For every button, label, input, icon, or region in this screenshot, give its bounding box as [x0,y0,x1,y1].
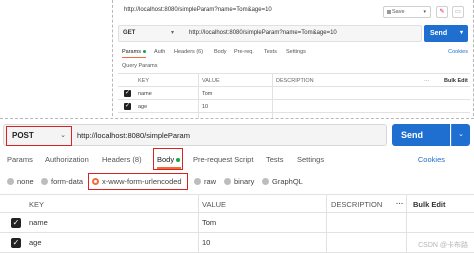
tab-tests[interactable]: Tests [266,155,284,164]
row-checkbox[interactable]: ✓ [11,218,21,228]
top-request-tabs: Params Auth Headers (6) Body Pre-req. Te… [122,47,472,59]
more-options-icon[interactable]: ··· [424,78,430,84]
tab-pre-request[interactable]: Pre-req. [234,49,254,55]
top-page-url: http://localhost:8080/simpleParam?name=T… [124,7,272,13]
bottom-request-bar: POST ⌄ http://localhost:8080/simpleParam [3,124,387,146]
body-value[interactable]: 10 [202,238,210,247]
send-label: Send [430,30,448,37]
edit-icon[interactable]: ✎ [436,6,448,18]
more-options-icon[interactable]: ··· [396,199,404,208]
bottom-send-button[interactable]: Send [392,124,450,146]
col-description-header: DESCRIPTION [331,200,383,209]
table-header-row: KEY VALUE DESCRIPTION ··· Bulk Edit [0,195,474,213]
table-row: ✓ age 10 [118,100,470,113]
tab-headers[interactable]: Headers (8) [102,155,142,164]
param-value[interactable]: 10 [202,104,208,110]
tab-headers[interactable]: Headers (6) [174,49,203,55]
bottom-request-url-input[interactable]: http://localhost:8080/simpleParam [77,131,190,140]
method-label: POST [12,131,34,140]
tab-params[interactable]: Params [122,49,146,58]
top-request-url-input[interactable]: http://localhost:8080/simpleParam?name=T… [189,30,337,36]
bottom-request-tabs: Params Authorization Headers (8) Body Pr… [0,150,474,168]
body-tab-highlight [153,148,183,170]
chevron-down-icon: ▾ [171,30,175,36]
body-value[interactable]: Tom [202,218,216,227]
tab-params[interactable]: Params [7,155,33,164]
tab-authorization[interactable]: Authorization [45,155,89,164]
chevron-down-icon: ▾ [459,30,463,36]
radio-none[interactable]: none [7,177,34,186]
bulk-edit-link[interactable]: Bulk Edit [444,78,468,84]
chevron-down-icon: ▾ [423,9,426,15]
table-row: ✓ age 10 [0,233,474,253]
table-row: ✓ name Tom [118,87,470,100]
body-key[interactable]: age [29,238,42,247]
body-key[interactable]: name [29,218,48,227]
query-params-title: Query Params [122,63,158,69]
active-dot-icon [142,50,146,54]
watermark: CSDN @卡布路 [418,242,468,249]
col-value-header: VALUE [202,78,220,84]
bottom-body-table: KEY VALUE DESCRIPTION ··· Bulk Edit ✓ na… [0,194,474,253]
top-url-bar: http://localhost:8080/simpleParam?name=T… [118,4,470,20]
radio-circle-icon [262,178,269,185]
radio-form-data[interactable]: form-data [41,177,83,186]
comment-icon[interactable]: ▭ [452,6,464,18]
col-value-header: VALUE [202,200,227,209]
bulk-edit-link[interactable]: Bulk Edit [413,200,446,209]
row-checkbox[interactable]: ✓ [124,103,131,110]
tab-tests[interactable]: Tests [264,49,277,55]
top-cookies-link[interactable]: Cookies [448,49,468,55]
bottom-cookies-link[interactable]: Cookies [418,155,445,164]
top-method-select[interactable]: GET [123,30,135,36]
row-checkbox[interactable]: ✓ [11,238,21,248]
top-send-button[interactable]: Send ▾ [424,25,468,42]
save-label: Save [392,9,405,15]
table-header-row: KEY VALUE DESCRIPTION ··· Bulk Edit [118,74,470,87]
row-checkbox[interactable]: ✓ [124,90,131,97]
radio-circle-icon [194,178,201,185]
radio-graphql[interactable]: GraphQL [262,177,303,186]
col-key-header: KEY [138,78,150,84]
radio-binary[interactable]: binary [224,177,254,186]
top-request-bar: GET ▾ http://localhost:8080/simpleParam?… [118,25,422,42]
param-value[interactable]: Tom [202,91,212,97]
param-key[interactable]: name [138,91,152,97]
tab-settings[interactable]: Settings [297,155,324,164]
tab-pre-request-script[interactable]: Pre-request Script [193,155,253,164]
send-options-chevron-icon[interactable]: ⌄ [451,124,470,146]
radio-raw[interactable]: raw [194,177,216,186]
radio-circle-icon [41,178,48,185]
body-type-radios: none form-data x-www-form-urlencoded raw… [0,173,474,189]
urlencoded-highlight [88,173,188,190]
save-button[interactable]: Save ▾ [383,6,431,18]
param-key[interactable]: age [138,104,147,110]
save-icon [387,10,391,14]
chevron-down-icon: ⌄ [60,132,66,139]
tab-auth[interactable]: Auth [154,49,165,55]
col-description-header: DESCRIPTION [276,78,314,84]
tab-settings[interactable]: Settings [286,49,306,55]
col-key-header: KEY [29,200,45,209]
radio-circle-icon [7,178,14,185]
radio-circle-icon [224,178,231,185]
bottom-method-select[interactable]: POST ⌄ [6,126,72,146]
tab-body[interactable]: Body [214,49,227,55]
table-row: ✓ name Tom [0,213,474,233]
